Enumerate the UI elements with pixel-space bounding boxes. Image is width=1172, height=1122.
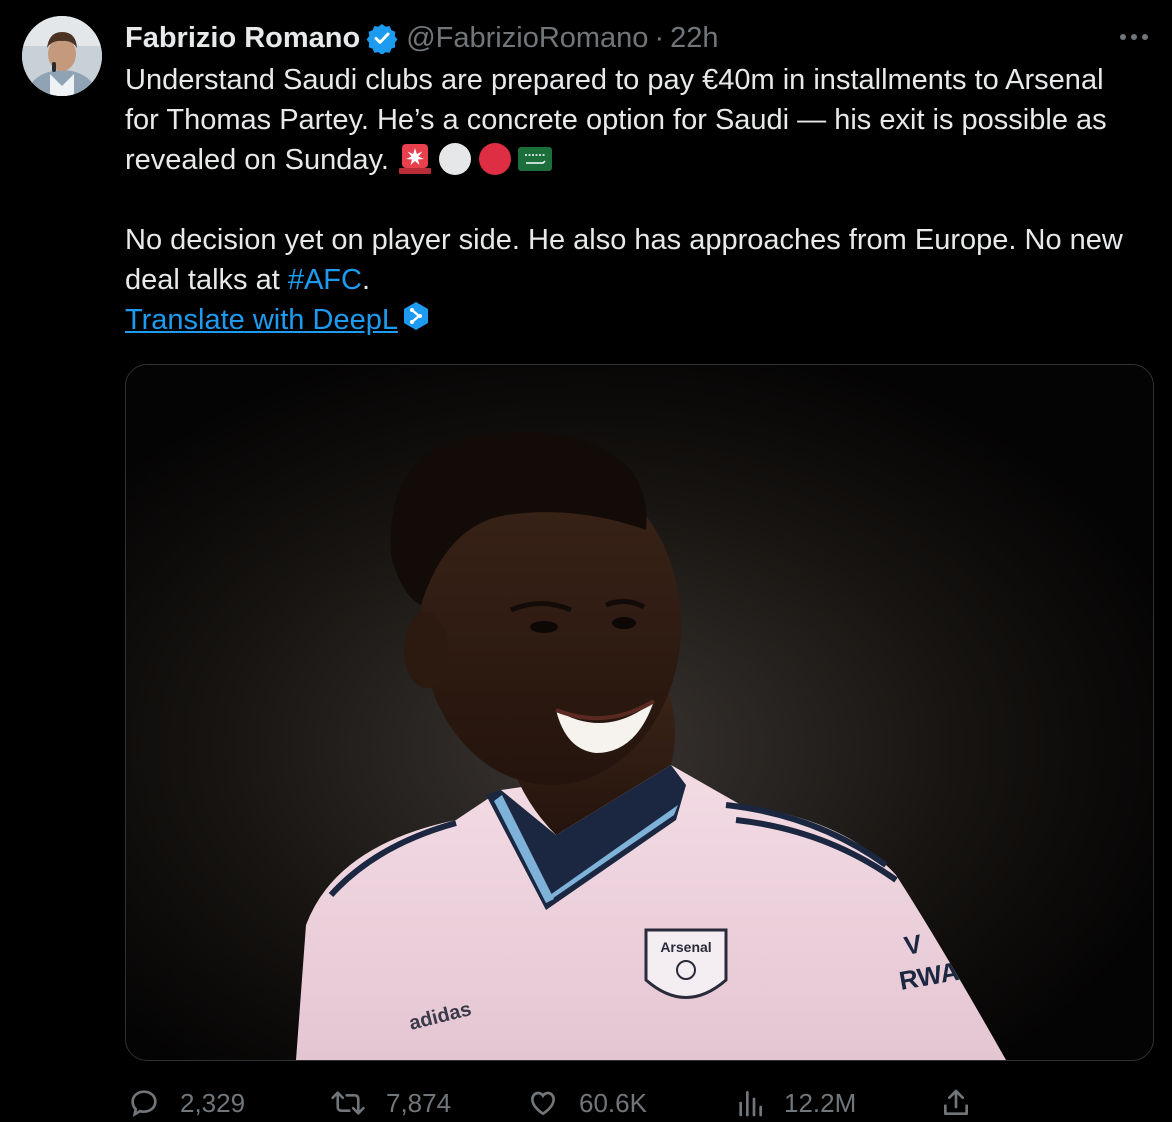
tweet-action-bar: 2,329 7,874 60.6K 12.2M: [0, 1082, 1172, 1122]
player-photo: Arsenal adidas V RWA: [126, 365, 1153, 1060]
share-icon: [944, 1089, 968, 1115]
crest-text: Arsenal: [660, 939, 711, 955]
red-circle-emoji-icon: [478, 143, 511, 175]
retweet-icon: [331, 1091, 365, 1115]
tweet-paragraph-2-end: .: [361, 264, 371, 296]
share-button[interactable]: [940, 1086, 992, 1120]
tweet-paragraph-1-text: Understand Saudi clubs are prepared to p…: [125, 64, 1107, 176]
tweet-timestamp[interactable]: 22h: [670, 19, 718, 57]
like-count: 60.6K: [579, 1087, 647, 1118]
views-icon: [739, 1091, 762, 1117]
author-handle[interactable]: @FabrizioRomano: [406, 19, 648, 57]
views-button[interactable]: 12.2M: [736, 1086, 856, 1120]
tweet-text: Understand Saudi clubs are prepared to p…: [125, 60, 1135, 340]
tweet-header: Fabrizio Romano @FabrizioRomano · 22h: [125, 18, 719, 58]
reply-icon: [131, 1090, 157, 1117]
more-options-icon[interactable]: [1112, 22, 1156, 52]
translate-row: Translate with DeepL: [125, 300, 1135, 340]
avatar-image: [22, 16, 102, 96]
hashtag-link[interactable]: #AFC: [288, 264, 362, 296]
white-circle-emoji-icon: [438, 143, 471, 175]
separator-dot: ·: [654, 22, 665, 54]
translate-link[interactable]: Translate with DeepL: [125, 304, 398, 336]
tweet-paragraph-2-text: No decision yet on player side. He also …: [125, 224, 1123, 296]
views-count: 12.2M: [784, 1087, 857, 1118]
retweet-count: 7,874: [386, 1087, 452, 1118]
verified-badge-icon[interactable]: [366, 22, 398, 54]
reply-button[interactable]: 2,329: [128, 1086, 245, 1120]
tweet-media[interactable]: Arsenal adidas V RWA: [125, 364, 1154, 1061]
like-button[interactable]: 60.6K: [527, 1086, 647, 1120]
siren-emoji-icon: [398, 144, 431, 174]
saudi-flag-emoji-icon: [517, 147, 552, 171]
retweet-button[interactable]: 7,874: [330, 1086, 451, 1120]
deepl-icon[interactable]: [402, 301, 430, 331]
reply-count: 2,329: [180, 1087, 246, 1118]
tweet-paragraph-1: Understand Saudi clubs are prepared to p…: [125, 60, 1135, 180]
avatar[interactable]: [22, 16, 102, 96]
author-display-name[interactable]: Fabrizio Romano: [125, 19, 360, 57]
heart-icon: [530, 1091, 556, 1116]
tweet-paragraph-2: No decision yet on player side. He also …: [125, 220, 1135, 300]
